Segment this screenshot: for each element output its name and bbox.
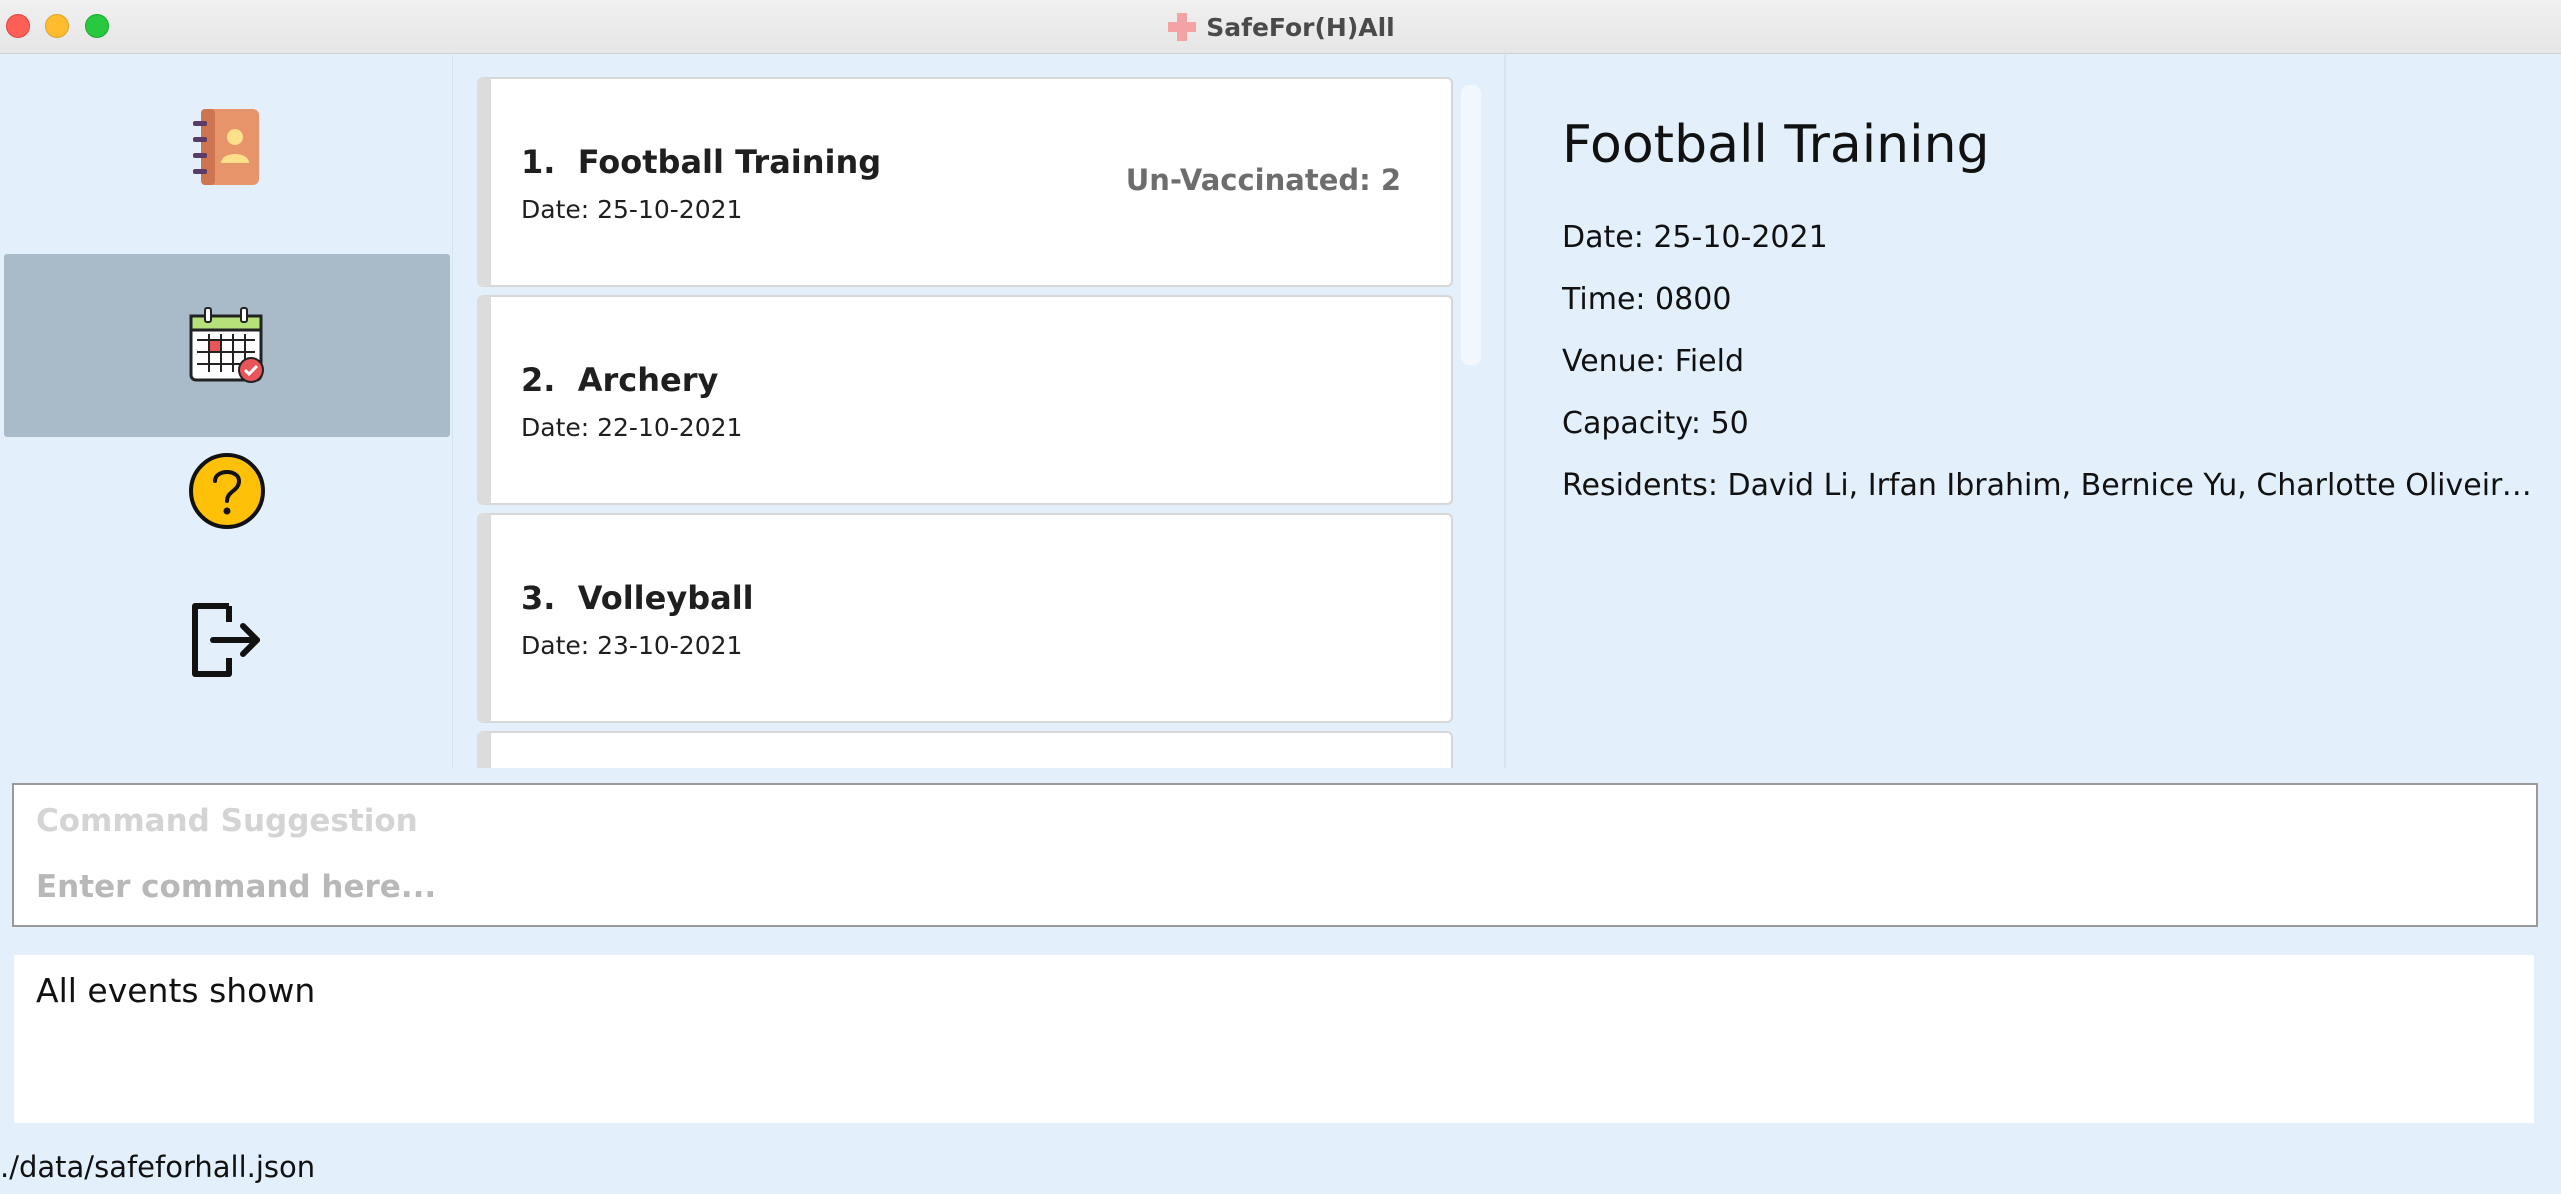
- window-titlebar: SafeFor(H)All: [0, 0, 2561, 54]
- sidebar: [0, 55, 452, 768]
- sidebar-item-help[interactable]: [4, 426, 450, 556]
- unvaccinated-count-badge: Un-Vaccinated: 2: [1125, 163, 1401, 197]
- result-message: All events shown: [36, 971, 316, 1010]
- status-bar-file-path: ./data/safeforhall.json: [0, 1150, 316, 1184]
- event-title: 1. Football Training: [521, 143, 882, 181]
- detail-venue: Venue: Field: [1562, 344, 1745, 379]
- event-list[interactable]: 1. Football Training Date: 25-10-2021 Un…: [452, 55, 1504, 768]
- list-item[interactable]: 2. Archery Date: 22-10-2021: [477, 295, 1453, 505]
- detail-title: Football Training: [1562, 115, 1990, 175]
- sidebar-item-exit[interactable]: [4, 575, 450, 705]
- detail-residents: Residents: David Li, Irfan Ibrahim, Bern…: [1562, 468, 2532, 503]
- residents-addressbook-icon: [193, 108, 259, 185]
- event-title: 3. Volleyball: [521, 579, 754, 617]
- events-calendar-icon: [189, 306, 264, 383]
- event-date: Date: 23-10-2021: [521, 631, 743, 660]
- red-cross-icon: [1166, 11, 1198, 43]
- event-title: 2. Archery: [521, 361, 719, 399]
- detail-capacity: Capacity: 50: [1562, 406, 1749, 441]
- list-scrollbar[interactable]: [1461, 85, 1481, 365]
- command-suggestion: Command Suggestion: [36, 803, 418, 839]
- sidebar-item-events[interactable]: [4, 254, 450, 437]
- window-title-group: SafeFor(H)All: [0, 0, 2561, 54]
- command-input[interactable]: [34, 865, 2514, 909]
- event-detail-panel: Football Training Date: 25-10-2021 Time:…: [1504, 55, 2561, 768]
- list-item[interactable]: 1. Football Training Date: 25-10-2021 Un…: [477, 77, 1453, 287]
- list-item[interactable]: [477, 731, 1453, 768]
- detail-time: Time: 0800: [1562, 282, 1732, 317]
- sidebar-item-residents[interactable]: [4, 55, 450, 238]
- event-date: Date: 22-10-2021: [521, 413, 743, 442]
- exit-icon: [192, 603, 260, 677]
- window-title: SafeFor(H)All: [1206, 12, 1395, 42]
- command-box[interactable]: Command Suggestion: [12, 783, 2538, 927]
- help-question-icon: [189, 453, 265, 529]
- list-item[interactable]: 3. Volleyball Date: 23-10-2021: [477, 513, 1453, 723]
- event-date: Date: 25-10-2021: [521, 195, 743, 224]
- result-display: All events shown: [14, 955, 2534, 1123]
- detail-date: Date: 25-10-2021: [1562, 220, 1828, 255]
